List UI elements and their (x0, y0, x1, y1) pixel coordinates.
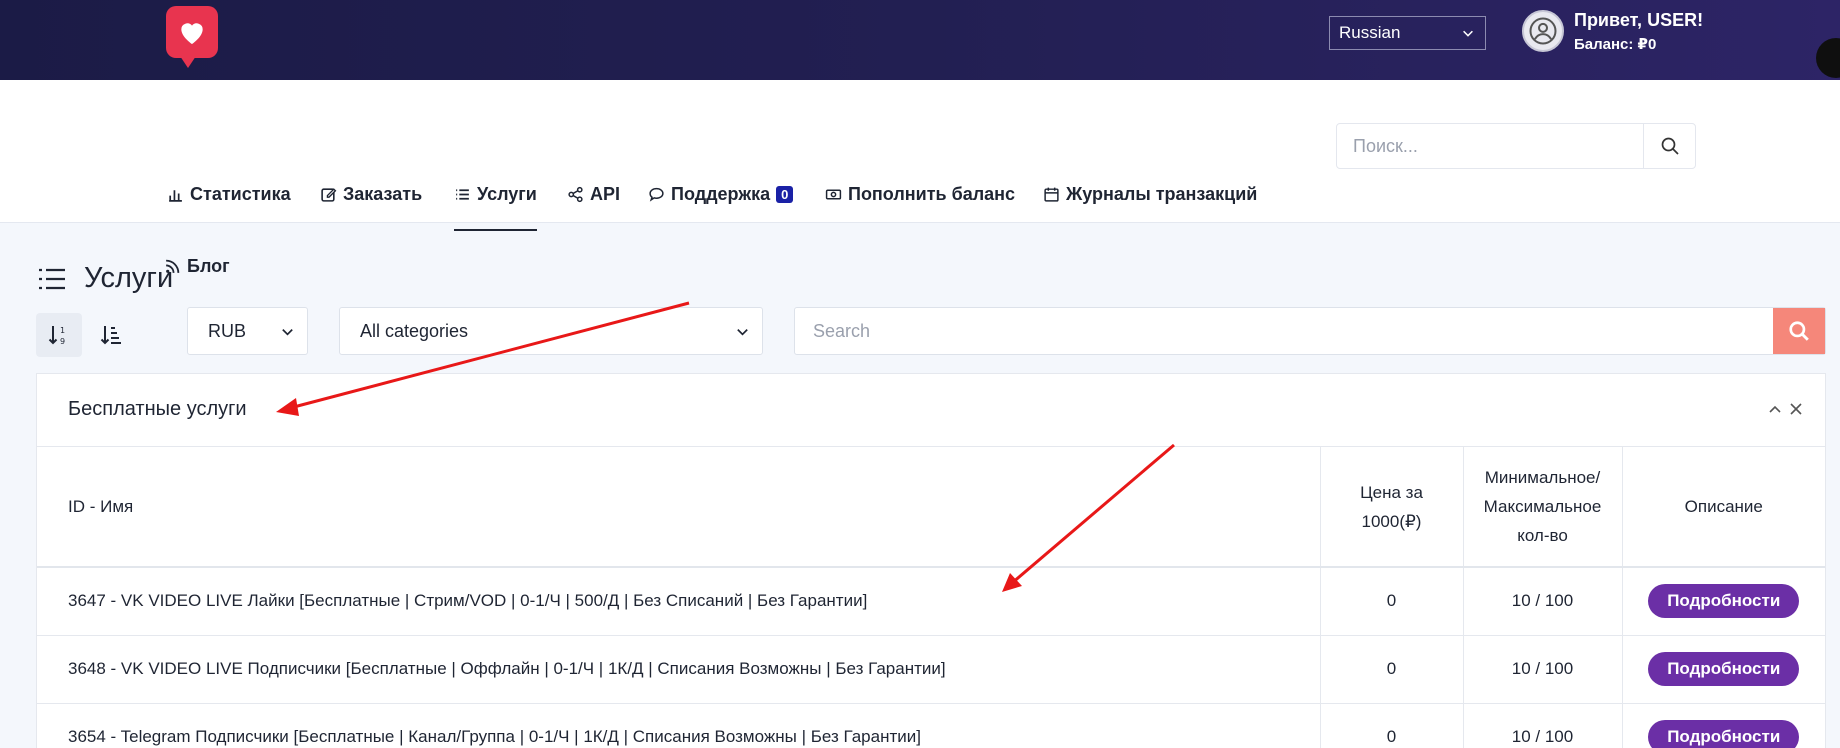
category-select[interactable]: All categories (339, 307, 763, 355)
nav-item-order[interactable]: Заказать (320, 179, 422, 209)
svg-text:1: 1 (60, 326, 65, 335)
services-card: Бесплатные услуги ID - Имя Цена за 1000(… (36, 373, 1826, 748)
chevron-down-icon (1463, 30, 1473, 37)
nav-label: Блог (187, 255, 230, 276)
column-header-name: ID - Имя (37, 447, 1320, 568)
close-icon[interactable] (1788, 401, 1804, 417)
service-name: 3647 - VK VIDEO LIVE Лайки [Бесплатные |… (37, 567, 1320, 636)
chat-icon (649, 187, 664, 202)
balance-text: Баланс: ₽0 (1574, 36, 1657, 53)
nav-search-button[interactable] (1643, 124, 1695, 168)
column-header-description: Описание (1621, 447, 1825, 568)
nav-label: Заказать (343, 183, 423, 204)
greeting-text[interactable]: Привет, USER! (1574, 10, 1703, 31)
edit-icon (321, 187, 337, 202)
service-search-button[interactable] (1773, 308, 1825, 354)
currency-select[interactable]: RUB (187, 307, 308, 355)
share-icon (568, 186, 583, 202)
nav-label: Статистика (190, 183, 291, 204)
service-minmax: 10 / 100 (1462, 703, 1622, 748)
services-table: ID - Имя Цена за 1000(₽) Минимальное/ Ма… (37, 447, 1825, 748)
sort-by-price-button[interactable] (88, 313, 134, 357)
service-minmax: 10 / 100 (1462, 567, 1622, 636)
details-button[interactable]: Подробности (1648, 584, 1800, 619)
nav-label: Журналы транзакций (1066, 183, 1258, 204)
column-header-price-line: 1000(₽) (1361, 511, 1422, 531)
language-select[interactable]: Russian (1329, 16, 1486, 50)
language-value: Russian (1339, 23, 1401, 42)
logo-icon[interactable] (166, 6, 218, 68)
bar-chart-icon (169, 189, 182, 202)
table-row: 3648 - VK VIDEO LIVE Подписчики [Бесплат… (37, 635, 1825, 704)
service-price: 0 (1319, 635, 1463, 704)
service-price: 0 (1319, 703, 1463, 748)
floating-widget-button[interactable] (1816, 38, 1840, 78)
table-row: 3654 - Telegram Подписчики [Бесплатные |… (37, 703, 1825, 748)
column-header-minmax-line: Максимальное (1483, 497, 1602, 516)
currency-value: RUB (208, 320, 247, 341)
search-icon (1789, 321, 1809, 341)
page-title: Услуги (84, 262, 174, 294)
list-icon (39, 268, 65, 289)
nav-search-placeholder[interactable]: Поиск... (1337, 136, 1643, 157)
nav-label: Пополнить баланс (848, 183, 1016, 204)
service-description-cell: Подробности (1621, 635, 1825, 704)
service-name: 3654 - Telegram Подписчики [Бесплатные |… (37, 703, 1320, 748)
table-header-row: ID - Имя Цена за 1000(₽) Минимальное/ Ма… (37, 447, 1825, 568)
main-nav: Статистика Заказать Услуги API Поддержка… (0, 80, 1840, 276)
nav-item-api[interactable]: API (567, 179, 620, 209)
svg-text:9: 9 (60, 337, 65, 346)
category-title: Бесплатные услуги (68, 398, 247, 420)
nav-item-transactions[interactable]: Журналы транзакций (1043, 179, 1257, 209)
service-name: 3648 - VK VIDEO LIVE Подписчики [Бесплат… (37, 635, 1320, 704)
column-header-price: Цена за 1000(₽) (1319, 447, 1463, 568)
nav-label: Поддержка (671, 183, 771, 204)
chevron-up-icon[interactable] (1767, 401, 1783, 417)
service-description-cell: Подробности (1621, 567, 1825, 636)
calendar-icon (1044, 187, 1059, 202)
sort-numeric-icon: 1 9 (48, 326, 65, 346)
service-search-input[interactable]: Search (795, 321, 1773, 342)
table-row: 3647 - VK VIDEO LIVE Лайки [Бесплатные |… (37, 567, 1825, 636)
nav-label: Услуги (477, 183, 537, 204)
nav-item-blog[interactable]: Блог (164, 251, 230, 281)
money-icon (825, 189, 842, 199)
details-button[interactable]: Подробности (1648, 652, 1800, 686)
nav-item-services[interactable]: Услуги (454, 179, 537, 231)
nav-item-topup[interactable]: Пополнить баланс (825, 179, 1015, 209)
top-bar: Russian Привет, USER! Баланс: ₽0 (0, 0, 1840, 128)
card-header: Бесплатные услуги (37, 374, 1825, 447)
list-icon (456, 188, 469, 200)
details-button[interactable]: Подробности (1648, 720, 1800, 748)
category-value: All categories (360, 320, 469, 341)
sort-amount-icon (100, 326, 121, 345)
sort-by-id-button[interactable]: 1 9 (36, 313, 82, 357)
column-header-minmax-line: Минимальное/ (1484, 468, 1601, 487)
user-icon (1529, 17, 1557, 45)
service-minmax: 10 / 100 (1462, 635, 1622, 704)
search-icon (1661, 137, 1679, 155)
column-header-minmax-line: кол-во (1517, 526, 1568, 545)
support-count-badge: 0 (776, 185, 794, 203)
avatar[interactable] (1522, 10, 1564, 52)
service-price: 0 (1319, 567, 1463, 636)
nav-item-support[interactable]: Поддержка 0 (648, 179, 794, 209)
nav-label: API (590, 183, 621, 204)
column-header-minmax: Минимальное/ Максимальное кол-во (1462, 447, 1622, 568)
service-description-cell: Подробности (1621, 703, 1825, 748)
service-search-box[interactable]: Search (794, 307, 1826, 355)
chevron-down-icon (282, 329, 293, 336)
chevron-down-icon (737, 329, 748, 336)
column-header-price-line: Цена за (1360, 482, 1423, 502)
nav-item-statistics[interactable]: Статистика (167, 179, 291, 209)
nav-search-box[interactable]: Поиск... (1336, 123, 1696, 169)
page-header: Услуги (38, 262, 173, 295)
